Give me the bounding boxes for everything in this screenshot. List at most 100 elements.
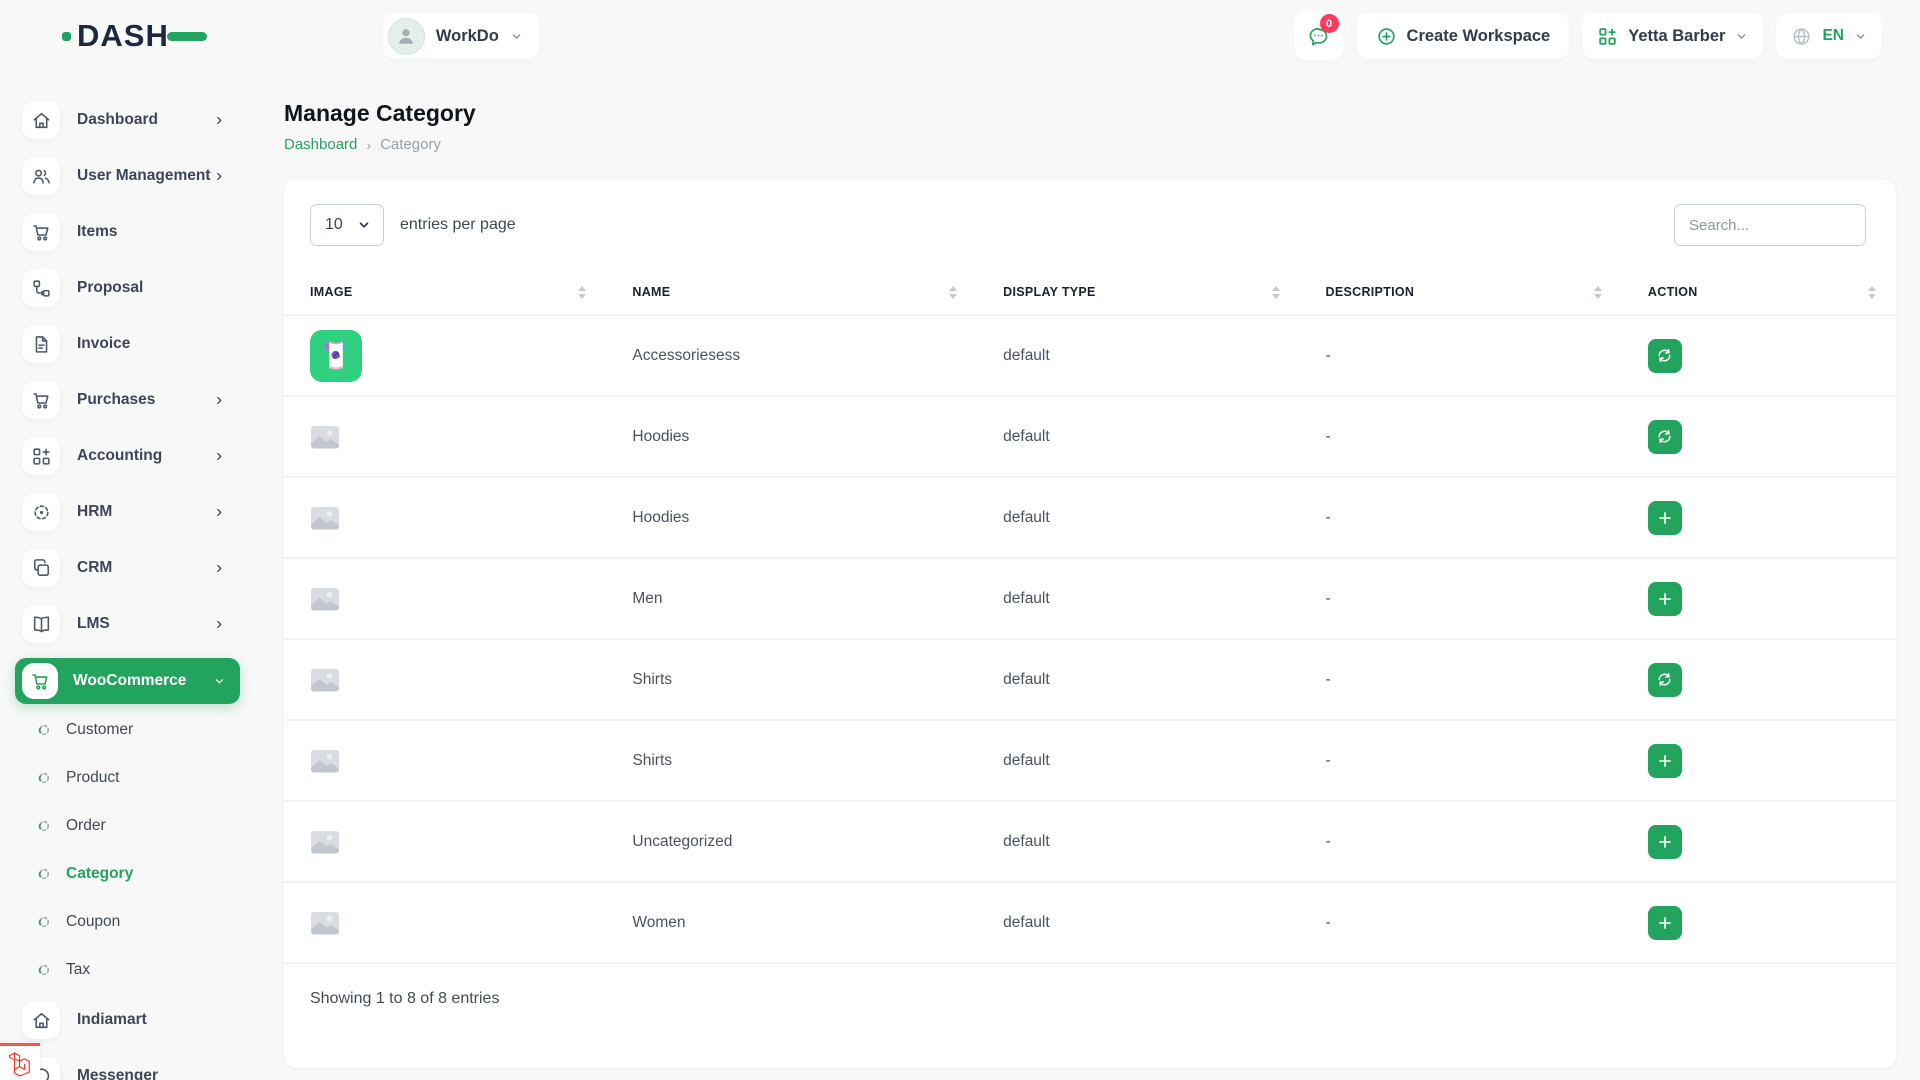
cell-action [1622,339,1896,373]
sidebar-item-indiamart[interactable]: Indiamart [0,998,256,1042]
image-placeholder-icon [310,425,340,449]
entries-per-page-select[interactable]: 10 [310,204,384,246]
table-row: Hoodiesdefault- [284,397,1896,478]
sidebar-subitem-order[interactable]: Order [0,806,256,846]
column-header-action[interactable]: ACTION [1622,270,1896,314]
search-input[interactable] [1674,204,1866,246]
breadcrumb-current: Category [380,136,441,153]
cell-name: Men [606,590,977,608]
sidebar-item-proposal[interactable]: Proposal [0,266,256,310]
sidebar-item-lms[interactable]: LMS [0,602,256,646]
cell-description: - [1300,671,1622,689]
sidebar-subitem-coupon[interactable]: Coupon [0,902,256,942]
category-add-button[interactable] [1648,906,1682,940]
book-icon [22,605,60,643]
image-placeholder-icon [310,749,340,773]
sidebar-item-woocommerce[interactable]: WooCommerce [15,658,240,704]
sidebar-nav: Dashboard User Management Items Proposal Inv… [0,72,256,1080]
cell-name: Uncategorized [606,833,977,851]
language-selector[interactable]: EN [1776,13,1882,59]
grid-plus-icon [22,437,60,475]
chevron-right-icon [213,170,226,183]
category-add-button[interactable] [1648,744,1682,778]
entries-per-page-value: 10 [325,216,343,234]
cart-icon [22,381,60,419]
sidebar-subitem-tax[interactable]: Tax [0,950,256,990]
plus-icon [1657,834,1673,850]
sidebar-item-items[interactable]: Items [0,210,256,254]
sidebar-item-label: User Management [77,167,211,185]
sidebar-subitem-product[interactable]: Product [0,758,256,798]
laravel-debugbar-toggle[interactable] [0,1043,40,1080]
logo-dot [62,32,71,41]
sidebar-item-accounting[interactable]: Accounting [0,434,256,478]
column-header-name[interactable]: NAME [606,270,977,314]
sidebar-item-label: Indiamart [77,1011,147,1029]
plus-icon [1657,915,1673,931]
cell-name: Hoodies [606,509,977,527]
image-placeholder-icon [310,830,340,854]
sidebar-subitem-category[interactable]: Category [0,854,256,894]
table-row: Shirtsdefault- [284,721,1896,802]
dashed-circle-icon [38,724,50,736]
cell-description: - [1300,347,1622,365]
cell-image [284,506,606,530]
category-add-button[interactable] [1648,501,1682,535]
cell-description: - [1300,428,1622,446]
sidebar-item-purchases[interactable]: Purchases [0,378,256,422]
workspace-switcher[interactable]: WorkDo [383,13,539,59]
table-row: Accessoriesessdefault- [284,316,1896,397]
cell-display-type: default [977,347,1299,365]
cell-action [1622,420,1896,454]
sidebar-item-user-management[interactable]: User Management [0,154,256,198]
sidebar-subitem-customer[interactable]: Customer [0,710,256,750]
cell-description: - [1300,509,1622,527]
dashed-circle-icon [38,868,50,880]
column-header-image[interactable]: IMAGE [284,270,606,314]
logo-text: DASH [77,18,169,54]
sidebar-item-label: Accounting [77,447,162,465]
sidebar-item-dashboard[interactable]: Dashboard [0,98,256,142]
column-header-display-type[interactable]: DISPLAY TYPE [977,270,1299,314]
chevron-right-icon [213,618,226,631]
chevron-right-icon [213,394,226,407]
sidebar-item-label: CRM [77,559,112,577]
category-sync-button[interactable] [1648,420,1682,454]
sidebar-item-label: HRM [77,503,112,521]
table-controls: 10 entries per page [284,180,1896,246]
sidebar-item-hrm[interactable]: HRM [0,490,256,534]
sort-arrows-icon [578,286,586,299]
logo-dash-bar [167,32,207,41]
image-placeholder-icon [310,587,340,611]
cell-image [284,587,606,611]
sidebar-item-label: Proposal [77,279,143,297]
category-add-button[interactable] [1648,825,1682,859]
cell-description: - [1300,752,1622,770]
table-row: Hoodiesdefault- [284,478,1896,559]
category-sync-button[interactable] [1648,339,1682,373]
user-menu[interactable]: Yetta Barber [1582,13,1763,59]
table-row: Mendefault- [284,559,1896,640]
chevron-right-icon [213,114,226,127]
cell-display-type: default [977,590,1299,608]
column-header-description[interactable]: DESCRIPTION [1300,270,1622,314]
users-icon [22,157,60,195]
language-code: EN [1822,27,1844,45]
user-name: Yetta Barber [1628,27,1725,46]
image-placeholder-icon [310,668,340,692]
sidebar-item-crm[interactable]: CRM [0,546,256,590]
chat-button[interactable]: 0 [1294,11,1344,61]
cell-name: Accessoriesess [606,347,977,365]
cell-display-type: default [977,752,1299,770]
category-sync-button[interactable] [1648,663,1682,697]
category-add-button[interactable] [1648,582,1682,616]
plus-icon [1657,591,1673,607]
chevron-down-icon [213,675,226,688]
create-workspace-button[interactable]: Create Workspace [1357,13,1570,59]
sidebar-subitem-label: Product [66,769,119,787]
breadcrumb-dashboard-link[interactable]: Dashboard [284,136,357,153]
refresh-icon [1656,347,1673,364]
sort-arrows-icon [949,286,957,299]
cell-image [284,668,606,692]
sidebar-item-invoice[interactable]: Invoice [0,322,256,366]
